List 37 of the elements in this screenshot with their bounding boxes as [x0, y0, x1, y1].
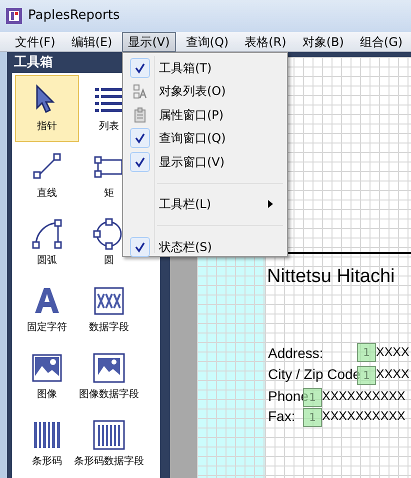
- menu-item[interactable]: 文件(F): [9, 32, 62, 52]
- app-icon: [6, 8, 22, 24]
- menu-item[interactable]: 显示(V): [122, 32, 176, 52]
- menu-item[interactable]: 组合(G): [354, 32, 409, 52]
- data-field: XXXXXXXXXX: [322, 408, 406, 424]
- menu-item[interactable]: 表格(R): [238, 32, 292, 52]
- field-marker: 1: [303, 408, 322, 427]
- properties-icon: [132, 106, 148, 123]
- field-label: Fax:: [268, 408, 296, 424]
- field-label: Address:: [268, 345, 324, 361]
- menu-item[interactable]: 查询(Q): [180, 32, 235, 52]
- tool-button[interactable]: 指针: [15, 75, 79, 142]
- submenu-arrow-icon: [268, 200, 273, 208]
- tool-button[interactable]: 直线: [18, 142, 76, 209]
- data-field: XXXX: [376, 344, 410, 360]
- menu-item[interactable]: 编辑(E): [65, 32, 118, 52]
- object-list-icon: [132, 83, 148, 100]
- tool-button[interactable]: 数据字段: [80, 276, 138, 343]
- image-icon: [31, 352, 63, 384]
- field-label: Phone: [268, 388, 308, 404]
- tool-button[interactable]: 条形码数据字段: [72, 410, 146, 477]
- arc-icon: [31, 218, 63, 250]
- panel-title: 工具箱: [13, 54, 54, 72]
- tool-button[interactable]: 圆弧: [18, 209, 76, 276]
- window-title: PaplesReports: [28, 7, 120, 26]
- tool-button[interactable]: 图像: [18, 343, 76, 410]
- field-icon: [93, 285, 125, 317]
- data-field: XXXXXXXXXX: [322, 388, 406, 404]
- barcode-icon: [31, 419, 63, 451]
- menu-item[interactable]: 对象(B): [296, 32, 350, 52]
- field-marker: 1: [357, 343, 376, 362]
- tool-button[interactable]: 固定字符: [18, 276, 76, 343]
- tool-button[interactable]: 图像数据字段: [77, 343, 141, 410]
- data-field: XXXX: [376, 366, 410, 382]
- barcode-icon: [93, 419, 125, 451]
- image-icon: [93, 352, 125, 384]
- report-title: Nittetsu Hitachi: [267, 265, 395, 289]
